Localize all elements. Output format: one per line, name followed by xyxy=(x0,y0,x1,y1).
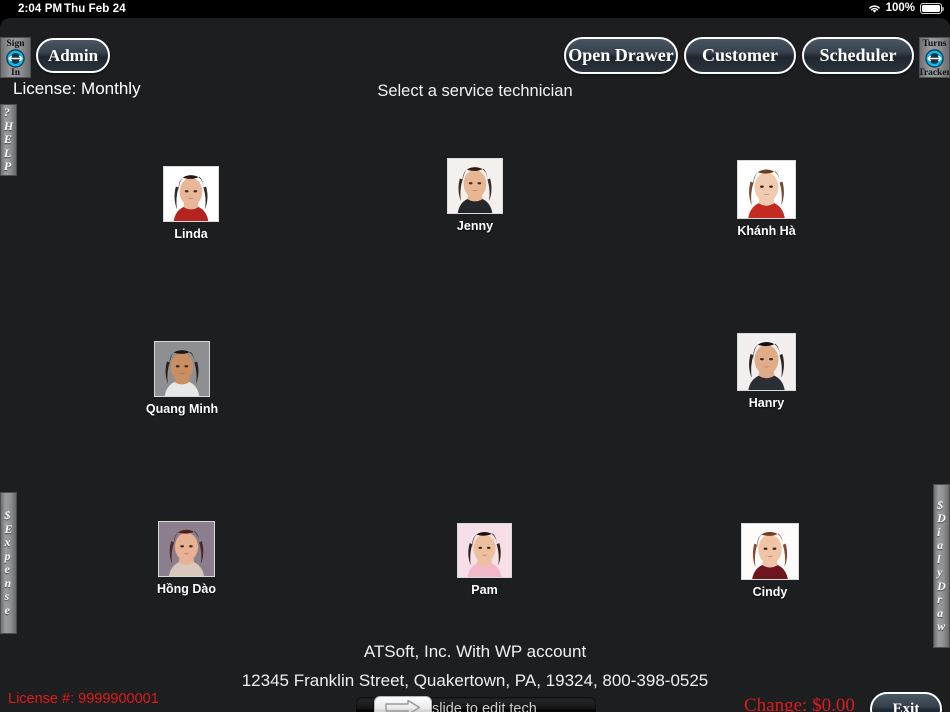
wifi-icon xyxy=(867,3,882,14)
customer-button[interactable]: Customer xyxy=(684,37,796,74)
turns-tracker-tab[interactable]: Turns Tracker xyxy=(919,37,950,78)
technician-photo[interactable] xyxy=(737,160,796,219)
technician-tile[interactable]: Jenny xyxy=(407,158,543,233)
sign-in-tab[interactable]: Sign In xyxy=(0,37,31,78)
company-address-label: 12345 Franklin Street, Quakertown, PA, 1… xyxy=(241,671,709,690)
status-bar-right-group: 100% xyxy=(867,2,944,14)
exit-button[interactable]: Exit xyxy=(870,692,942,712)
admin-button[interactable]: Admin xyxy=(36,38,110,73)
technician-name-label: Jenny xyxy=(456,219,494,233)
technician-photo[interactable] xyxy=(447,158,503,214)
vertical-tab-char: a xyxy=(937,538,944,552)
company-name-label: ATSoft, Inc. With WP account xyxy=(363,642,587,661)
technician-tile[interactable]: Quang Minh xyxy=(114,341,250,416)
technician-tile[interactable]: Linda xyxy=(123,166,259,241)
technician-name-label: Hanry xyxy=(748,396,785,410)
slider-thumb[interactable] xyxy=(374,696,432,712)
vertical-tab-char: e xyxy=(4,562,10,576)
pos-app-window: 2:04 PM Thu Feb 24 100% Admin Open Drawe… xyxy=(0,0,950,712)
battery-percent-label: 100% xyxy=(885,2,915,14)
vertical-tab-char: H xyxy=(3,118,14,133)
technician-tile[interactable]: Hồng Dào xyxy=(118,521,255,596)
status-bar-time: 2:04 PM xyxy=(18,3,63,15)
vertical-tab-char: E xyxy=(3,132,12,147)
vertical-tab-char: P xyxy=(3,159,12,174)
technician-name-label: Hồng Dào xyxy=(156,582,217,596)
technician-tile[interactable]: Hanry xyxy=(697,333,836,410)
technician-photo[interactable] xyxy=(154,341,210,397)
turns-tracker-tab-top-label: Turns xyxy=(922,39,947,49)
technician-photo[interactable] xyxy=(741,523,799,580)
technician-name-label: Linda xyxy=(174,227,208,241)
technician-photo[interactable] xyxy=(158,521,215,577)
arrow-circle-icon xyxy=(925,49,944,68)
vertical-tab-char: y xyxy=(937,565,943,579)
expense-tab[interactable]: $ Ex p e n s e xyxy=(0,492,17,634)
technician-photo[interactable] xyxy=(163,166,219,222)
vertical-tab-char: i xyxy=(937,524,941,539)
technician-name-label: Cindy xyxy=(752,585,788,599)
ios-status-bar: 2:04 PM Thu Feb 24 100% xyxy=(0,0,950,20)
arrow-right-icon xyxy=(384,699,422,712)
technician-tile[interactable]: Khánh Hà xyxy=(697,160,836,238)
help-tab[interactable]: ? H E L P xyxy=(0,104,17,176)
vertical-tab-char: D xyxy=(937,578,946,593)
vertical-tab-char: $ xyxy=(4,508,11,522)
help-tab-label: ? H E L P xyxy=(4,106,13,174)
dialy-draw-tab[interactable]: $ Di a l y Dr a w xyxy=(933,484,950,648)
dialy-draw-tab-label: $ Di a l y Dr a w xyxy=(937,497,946,634)
change-amount-label: Change: $0.00 xyxy=(744,695,855,712)
vertical-tab-char: r xyxy=(937,592,942,606)
technician-name-label: Pam xyxy=(471,583,498,597)
sign-in-tab-top-label: Sign xyxy=(6,39,25,49)
open-drawer-button[interactable]: Open Drawer xyxy=(564,37,678,74)
vertical-tab-char: l xyxy=(937,551,941,566)
turns-tracker-tab-bottom-label: Tracker xyxy=(919,68,950,78)
technician-name-label: Quang Minh xyxy=(145,402,219,416)
vertical-tab-char: p xyxy=(4,548,11,563)
main-screen: Admin Open Drawer Customer Scheduler Sig… xyxy=(0,18,950,712)
vertical-tab-char: n xyxy=(4,575,12,590)
page-title: Select a service technician xyxy=(377,82,573,100)
license-number-label: License #: 9999900001 xyxy=(8,691,159,707)
vertical-tab-char: e xyxy=(4,602,10,617)
vertical-tab-char: L xyxy=(3,145,12,160)
technician-tile[interactable]: Pam xyxy=(417,523,552,597)
technician-photo[interactable] xyxy=(457,523,512,578)
vertical-tab-char: $ xyxy=(937,497,944,512)
technician-photo[interactable] xyxy=(737,333,796,391)
scheduler-button[interactable]: Scheduler xyxy=(802,37,914,74)
expense-tab-label: $ Ex p e n s e xyxy=(4,508,13,617)
arrow-circle-icon xyxy=(6,49,25,68)
vertical-tab-char: x xyxy=(4,535,11,549)
vertical-tab-char: s xyxy=(4,589,10,603)
slider-label: slide to edit tech xyxy=(432,701,537,712)
battery-full-icon xyxy=(920,2,944,14)
vertical-tab-char: D xyxy=(937,511,946,525)
vertical-tab-char: a xyxy=(937,605,944,620)
status-bar-date: Thu Feb 24 xyxy=(64,3,126,15)
vertical-tab-char: E xyxy=(4,521,13,536)
technician-tile[interactable]: Cindy xyxy=(701,523,839,599)
vertical-tab-char: w xyxy=(937,619,946,633)
slide-to-edit-tech-slider[interactable]: slide to edit tech xyxy=(356,696,596,712)
vertical-tab-char: ? xyxy=(3,105,10,120)
sign-in-tab-bottom-label: In xyxy=(11,68,20,78)
technician-name-label: Khánh Hà xyxy=(737,224,796,238)
